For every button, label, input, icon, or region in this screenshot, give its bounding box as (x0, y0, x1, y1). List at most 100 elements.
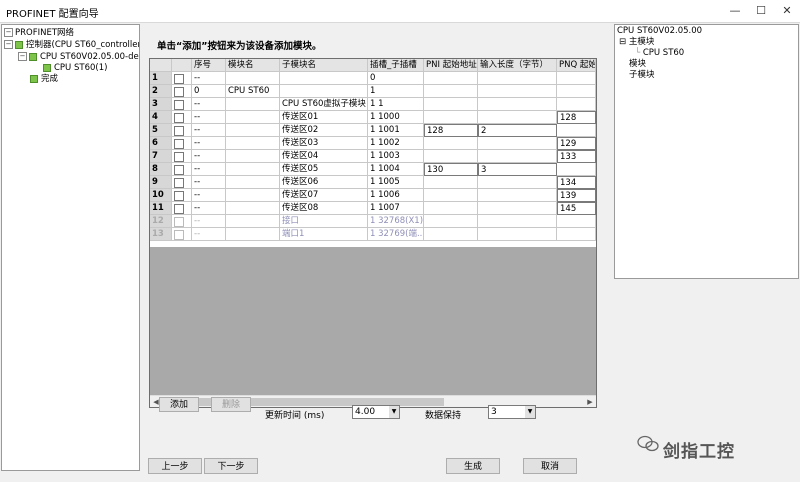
table-cell-pnq[interactable]: 139 (557, 189, 596, 202)
next-button[interactable]: 下一步 (204, 458, 258, 474)
table-cell-inlen[interactable] (478, 228, 557, 241)
column-header: PNQ 起始地 (557, 59, 596, 72)
row-checkbox[interactable] (174, 165, 184, 175)
table-cell-seq: 0 (192, 85, 226, 98)
row-checkbox[interactable] (174, 87, 184, 97)
window-title: PROFINET 配置向导 (6, 9, 99, 20)
row-header[interactable]: 4 (150, 111, 172, 124)
table-cell-inlen[interactable] (478, 111, 557, 124)
table-cell-pni[interactable] (424, 189, 478, 202)
row-checkbox[interactable] (174, 113, 184, 123)
data-hold-select[interactable]: 3 ▼ (488, 405, 536, 419)
table-cell-inlen[interactable] (478, 150, 557, 163)
row-header[interactable]: 2 (150, 85, 172, 98)
table-cell-pnq[interactable] (557, 215, 596, 228)
tree-item-done[interactable]: 完成 (30, 73, 58, 85)
table-cell-inlen[interactable] (478, 189, 557, 202)
table-cell-pnq[interactable] (557, 228, 596, 241)
collapse-icon[interactable]: − (4, 40, 13, 49)
collapse-icon[interactable]: ⊟ (619, 37, 626, 47)
minimize-icon[interactable]: — (722, 0, 748, 22)
table-cell-inlen[interactable] (478, 98, 557, 111)
collapse-icon[interactable]: − (18, 52, 27, 61)
row-header[interactable]: 6 (150, 137, 172, 150)
catalog-item-cpu[interactable]: └ CPU ST60 (635, 48, 684, 59)
table-cell-pni[interactable] (424, 137, 478, 150)
row-header[interactable]: 3 (150, 98, 172, 111)
table-cell-pni[interactable] (424, 85, 478, 98)
table-cell-inlen[interactable] (478, 176, 557, 189)
table-cell-inlen[interactable] (478, 215, 557, 228)
row-header[interactable]: 11 (150, 202, 172, 215)
row-header[interactable]: 7 (150, 150, 172, 163)
chevron-down-icon[interactable]: ▼ (525, 406, 535, 418)
close-icon[interactable]: ✕ (774, 0, 800, 22)
row-checkbox[interactable] (174, 217, 184, 227)
table-cell-inlen[interactable]: 3 (478, 163, 557, 176)
column-header: 子模块名 (280, 59, 368, 72)
table-cell-pni[interactable]: 130 (424, 163, 478, 176)
table-cell-pnq[interactable]: 133 (557, 150, 596, 163)
module-table[interactable]: 序号模块名子模块名插槽_子插槽PNI 起始地址输入长度（字节）PNQ 起始地 1 -… (149, 58, 597, 408)
generate-button[interactable]: 生成 (446, 458, 500, 474)
row-checkbox[interactable] (174, 191, 184, 201)
tree-item-label: CPU ST60(1) (54, 63, 108, 73)
table-cell-module (226, 150, 280, 163)
table-cell-pni[interactable] (424, 202, 478, 215)
table-cell-pnq[interactable] (557, 85, 596, 98)
table-cell-seq: -- (192, 176, 226, 189)
catalog-item-main-module[interactable]: ⊟ 主模块 (619, 37, 654, 48)
table-cell-inlen[interactable] (478, 85, 557, 98)
tree-item-profinet[interactable]: − PROFINET网络 (4, 27, 74, 39)
table-cell-inlen[interactable]: 2 (478, 124, 557, 137)
table-cell-pnq[interactable]: 129 (557, 137, 596, 150)
row-header[interactable]: 12 (150, 215, 172, 228)
prev-button[interactable]: 上一步 (148, 458, 202, 474)
row-header[interactable]: 5 (150, 124, 172, 137)
table-cell-inlen[interactable] (478, 137, 557, 150)
table-cell-pnq[interactable]: 128 (557, 111, 596, 124)
row-checkbox[interactable] (174, 230, 184, 240)
table-cell-inlen[interactable] (478, 72, 557, 85)
row-header[interactable]: 13 (150, 228, 172, 241)
catalog-item-module[interactable]: 模块 (629, 59, 646, 70)
row-checkbox[interactable] (174, 152, 184, 162)
delete-button[interactable]: 删除 (211, 397, 251, 412)
table-cell-pni[interactable] (424, 111, 478, 124)
row-header[interactable]: 1 (150, 72, 172, 85)
row-checkbox[interactable] (174, 178, 184, 188)
row-checkbox[interactable] (174, 100, 184, 110)
table-cell-pni[interactable] (424, 98, 478, 111)
maximize-icon[interactable]: ☐ (748, 0, 774, 22)
table-cell-pnq[interactable]: 134 (557, 176, 596, 189)
collapse-icon[interactable]: − (4, 28, 13, 37)
row-header[interactable]: 9 (150, 176, 172, 189)
update-time-select[interactable]: 4.00 ▼ (352, 405, 400, 419)
table-cell-pnq[interactable] (557, 124, 596, 137)
table-cell-pnq[interactable] (557, 98, 596, 111)
row-checkbox[interactable] (174, 204, 184, 214)
row-header[interactable]: 10 (150, 189, 172, 202)
scroll-thumb[interactable] (164, 398, 444, 406)
table-cell-inlen[interactable] (478, 202, 557, 215)
table-cell-pnq[interactable] (557, 72, 596, 85)
row-checkbox[interactable] (174, 139, 184, 149)
table-cell-module (226, 124, 280, 137)
table-cell-pnq[interactable] (557, 163, 596, 176)
scroll-right-icon[interactable]: ▶ (584, 396, 596, 407)
table-cell-pni[interactable] (424, 150, 478, 163)
table-cell-pnq[interactable]: 145 (557, 202, 596, 215)
tree-item-controller[interactable]: − 控制器(CPU ST60_controller) (4, 39, 139, 51)
table-cell-pni[interactable] (424, 72, 478, 85)
table-cell-pni[interactable] (424, 176, 478, 189)
add-button[interactable]: 添加 (159, 397, 199, 412)
chevron-down-icon[interactable]: ▼ (389, 406, 399, 418)
catalog-item-submodule[interactable]: 子模块 (629, 70, 655, 81)
table-cell-pni[interactable] (424, 228, 478, 241)
row-checkbox[interactable] (174, 126, 184, 136)
table-cell-pni[interactable]: 128 (424, 124, 478, 137)
row-header[interactable]: 8 (150, 163, 172, 176)
cancel-button[interactable]: 取消 (523, 458, 577, 474)
table-cell-pni[interactable] (424, 215, 478, 228)
row-checkbox[interactable] (174, 74, 184, 84)
